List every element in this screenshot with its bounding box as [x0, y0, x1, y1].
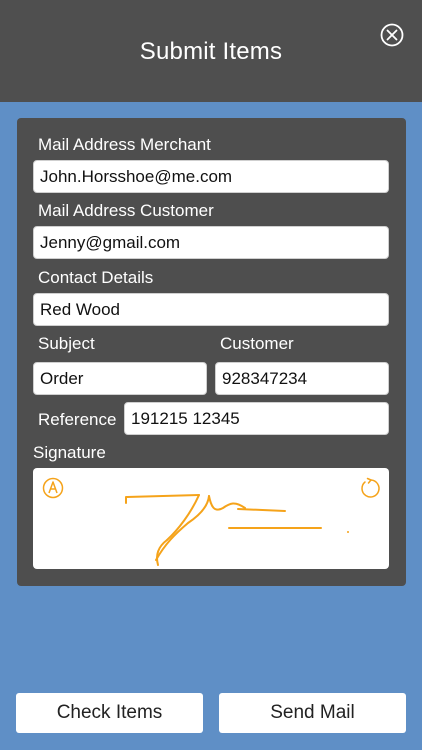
customer-email-label: Mail Address Customer [38, 201, 214, 220]
signature-strokes [125, 494, 349, 566]
contact-details-label: Contact Details [38, 268, 154, 287]
contact-details-field[interactable]: Red Wood [33, 293, 389, 326]
subject-label: Subject [38, 334, 95, 353]
check-items-button[interactable]: Check Items [16, 693, 203, 733]
close-icon[interactable] [380, 23, 404, 47]
signature-pad[interactable] [33, 468, 389, 569]
header-bar: Submit Items [0, 0, 422, 102]
page-title: Submit Items [139, 38, 283, 65]
subject-field[interactable]: Order [33, 362, 207, 395]
send-mail-button[interactable]: Send Mail [219, 693, 406, 733]
customer-field[interactable]: 928347234 [215, 362, 389, 395]
reference-label: Reference [38, 410, 117, 429]
merchant-email-field[interactable]: John.Horsshoe@me.com [33, 160, 389, 193]
customer-email-field[interactable]: Jenny@gmail.com [33, 226, 389, 259]
merchant-email-label: Mail Address Merchant [38, 135, 211, 154]
signature-label: Signature [33, 443, 106, 462]
reference-field[interactable]: 191215 12345 [124, 402, 389, 435]
customer-label: Customer [220, 334, 294, 353]
